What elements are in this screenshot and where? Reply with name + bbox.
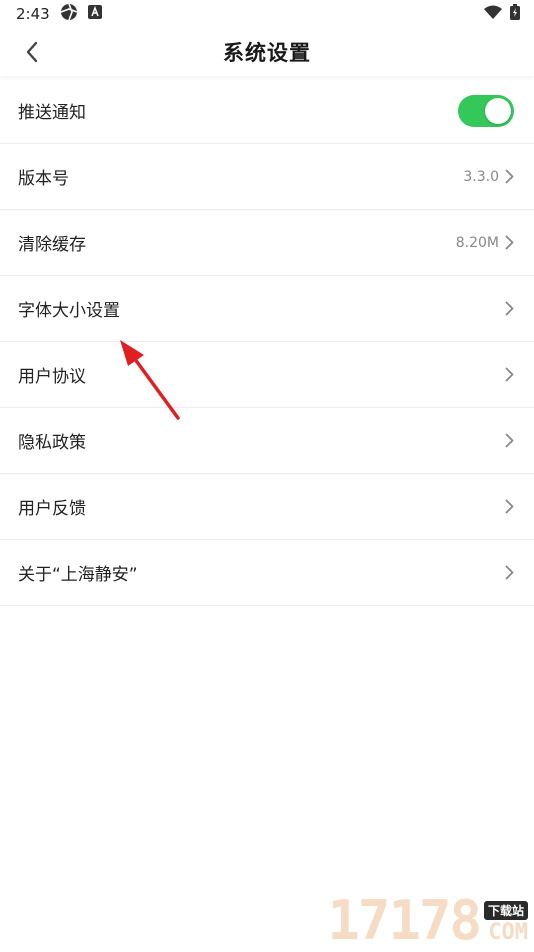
setting-label: 隐私政策 [18,433,86,453]
watermark-tag: 下载站 [483,901,528,920]
site-watermark: 17178 下载站 COM [294,888,534,950]
setting-label: 版本号 [18,169,69,189]
annotation-arrow-icon [120,340,180,420]
chevron-right-icon [505,499,514,514]
setting-label: 用户协议 [18,367,86,387]
watermark-number: 17178 [327,889,482,952]
wifi-icon [484,5,502,23]
setting-version[interactable]: 版本号 3.3.0 [0,144,534,210]
page-title: 系统设置 [223,41,311,65]
toggle-knob [485,97,511,124]
chevron-right-icon [505,433,514,448]
setting-user-feedback[interactable]: 用户反馈 [0,474,534,540]
setting-label: 用户反馈 [18,499,86,519]
setting-user-agreement[interactable]: 用户协议 [0,342,534,408]
setting-label: 推送通知 [18,103,86,123]
battery-icon [510,4,520,24]
chevron-right-icon [505,235,514,250]
chevron-right-icon [505,169,514,184]
aperture-icon [60,3,78,25]
chevron-right-icon [505,301,514,316]
push-notification-toggle[interactable] [458,94,514,127]
setting-clear-cache[interactable]: 清除缓存 8.20M [0,210,534,276]
chevron-right-icon [505,367,514,382]
chevron-right-icon [505,565,514,580]
navigation-bar: 系统设置 [0,28,534,76]
setting-about[interactable]: 关于“上海静安” [0,540,534,606]
setting-font-size[interactable]: 字体大小设置 [0,276,534,342]
setting-label: 关于“上海静安” [18,565,138,585]
watermark-suffix: COM [488,920,528,945]
cache-size-value: 8.20M [455,234,499,251]
setting-privacy-policy[interactable]: 隐私政策 [0,408,534,474]
back-arrow-icon [26,41,38,63]
setting-push-notification[interactable]: 推送通知 [0,78,534,144]
app-notification-icon [87,5,102,23]
version-value: 3.3.0 [463,168,499,185]
setting-label: 字体大小设置 [18,301,120,321]
back-button[interactable] [14,36,50,68]
settings-list: 推送通知 版本号 3.3.0 清除缓存 8.20M 字体大小设置 用户协议 隐私… [0,78,534,606]
status-time: 2:43 [16,5,50,23]
setting-label: 清除缓存 [18,235,86,255]
status-bar: 2:43 [0,0,534,28]
